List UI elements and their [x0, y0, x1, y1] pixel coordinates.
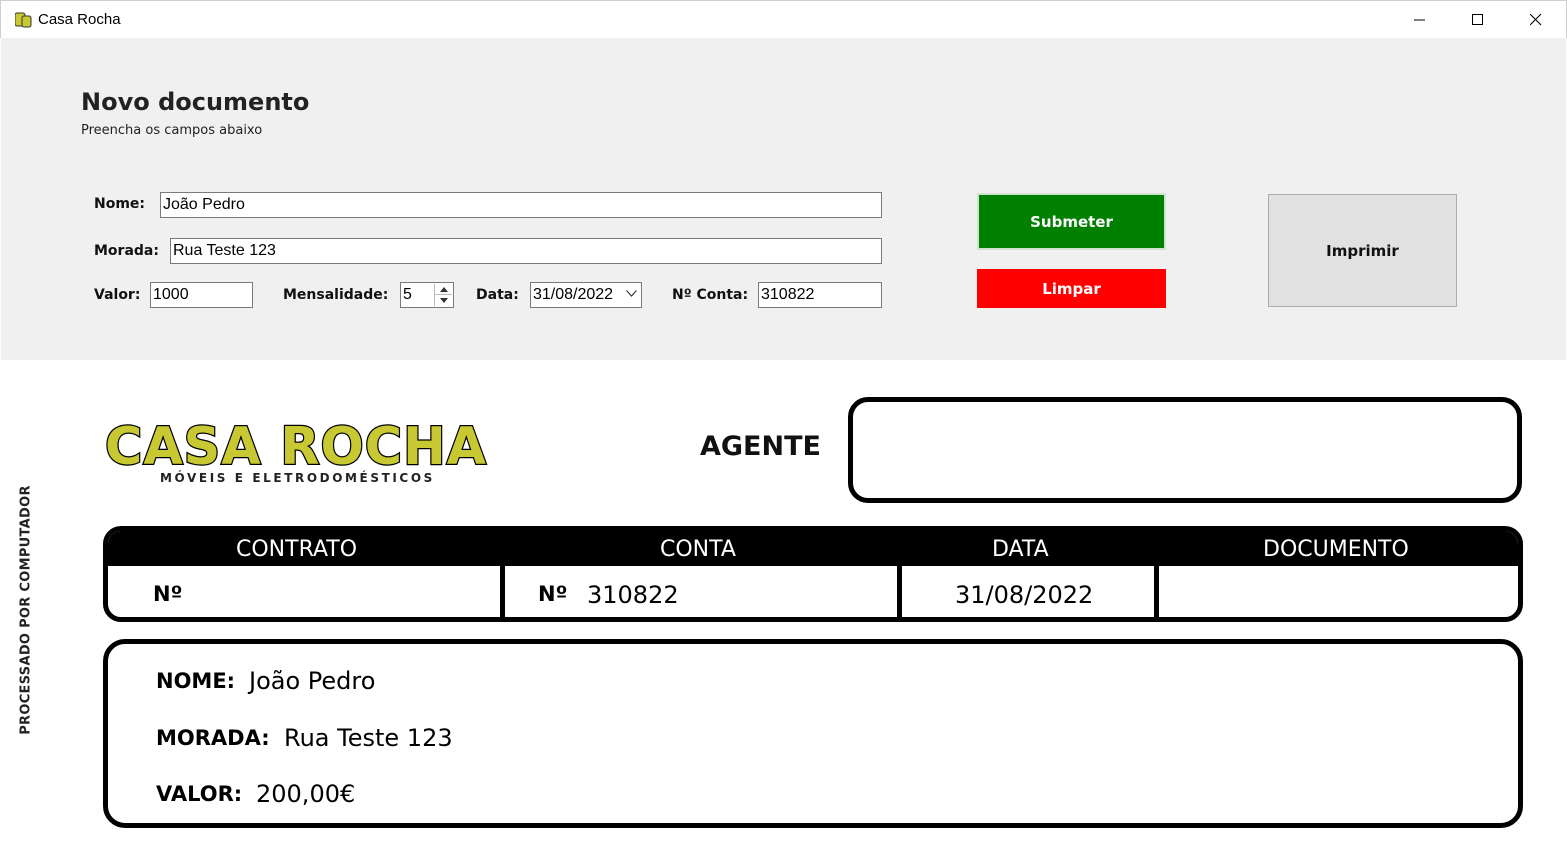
data-value: 31/08/2022	[955, 581, 1094, 609]
valor-input[interactable]: 1000	[150, 282, 253, 308]
logo-text: CASA ROCHA	[105, 417, 487, 477]
print-button[interactable]: Imprimir	[1268, 194, 1457, 307]
close-button[interactable]	[1507, 1, 1565, 39]
processed-by-computer-text: PROCESSADO POR COMPUTADOR	[18, 485, 34, 735]
column-divider	[897, 566, 902, 617]
casa-rocha-app-icon	[15, 12, 32, 28]
valor-label: Valor:	[94, 287, 141, 303]
document-preview: PROCESSADO POR COMPUTADOR CASA ROCHA MÓV…	[0, 360, 1567, 851]
column-divider	[500, 566, 505, 617]
agent-box	[848, 397, 1522, 503]
document-table: CONTRATO CONTA DATA DOCUMENTO Nº Nº 3108…	[103, 526, 1523, 622]
maximize-icon	[1472, 14, 1483, 25]
window-titlebar: Casa Rocha	[0, 0, 1567, 38]
nome-label: Nome:	[94, 196, 146, 212]
chevron-down-icon	[626, 290, 637, 297]
conta-value: 310822	[587, 581, 679, 609]
spin-down-icon[interactable]	[435, 295, 452, 306]
info-valor-value: 200,00€	[256, 780, 356, 808]
header-contrato: CONTRATO	[236, 537, 358, 562]
info-nome-value: João Pedro	[249, 667, 376, 695]
spinner-arrows	[434, 284, 452, 306]
spin-up-icon[interactable]	[435, 284, 452, 295]
table-header-row: CONTRATO CONTA DATA DOCUMENTO	[108, 531, 1518, 566]
mensalidade-value: 5	[403, 286, 412, 303]
info-nome-label: NOME:	[156, 669, 236, 693]
maximize-button[interactable]	[1449, 1, 1507, 39]
morada-input[interactable]: Rua Teste 123	[170, 238, 882, 264]
form-title: Novo documento	[81, 88, 310, 116]
form-subtitle: Preencha os campos abaixo	[81, 123, 263, 138]
close-icon	[1530, 14, 1542, 26]
mensalidade-spinner[interactable]: 5	[400, 282, 454, 308]
agent-label: AGENTE	[700, 431, 821, 462]
date-value: 31/08/2022	[533, 286, 614, 303]
form-panel: Novo documento Preencha os campos abaixo…	[1, 38, 1566, 360]
info-morada-value: Rua Teste 123	[284, 724, 453, 752]
minimize-button[interactable]	[1391, 1, 1449, 39]
client-info-box: NOME: João Pedro MORADA: Rua Teste 123 V…	[103, 639, 1523, 828]
logo-subtitle: MÓVEIS E ELETRODOMÉSTICOS	[160, 471, 435, 485]
column-divider	[1154, 566, 1159, 617]
clear-button[interactable]: Limpar	[977, 269, 1166, 308]
info-morada-label: MORADA:	[156, 726, 270, 750]
mensalidade-label: Mensalidade:	[283, 287, 389, 303]
nome-input[interactable]: João Pedro	[160, 192, 882, 218]
morada-label: Morada:	[94, 243, 159, 259]
conta-label: Nº Conta:	[672, 287, 749, 303]
header-documento: DOCUMENTO	[1263, 537, 1409, 562]
contrato-prefix: Nº	[153, 582, 183, 606]
header-data: DATA	[992, 537, 1049, 562]
date-picker[interactable]: 31/08/2022	[530, 282, 642, 308]
info-valor-label: VALOR:	[156, 782, 243, 806]
header-conta: CONTA	[660, 537, 736, 562]
conta-prefix: Nº	[538, 582, 568, 606]
submit-button[interactable]: Submeter	[977, 193, 1166, 250]
minimize-icon	[1414, 19, 1425, 21]
conta-input[interactable]: 310822	[758, 282, 882, 308]
data-label: Data:	[476, 287, 519, 303]
window-title: Casa Rocha	[38, 11, 121, 28]
